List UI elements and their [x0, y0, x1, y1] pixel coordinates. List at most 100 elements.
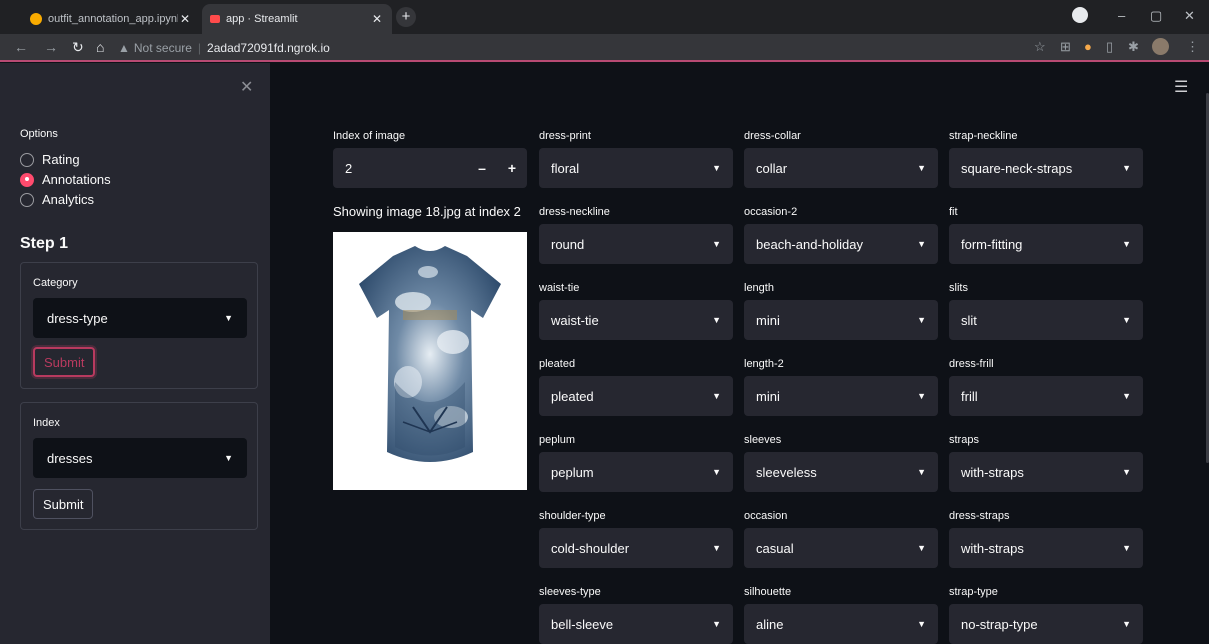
select-length-2[interactable]: mini ▼: [744, 376, 938, 416]
select-silhouette[interactable]: aline ▼: [744, 604, 938, 644]
security-status: Not secure: [133, 41, 192, 55]
select-value: collar: [756, 160, 788, 176]
select-value: mini: [756, 312, 780, 328]
chevron-down-icon: ▼: [1122, 391, 1131, 401]
index-of-image-value[interactable]: 2: [333, 161, 467, 176]
radio-rating[interactable]: Rating: [20, 152, 80, 167]
select-value: bell-sleeve: [551, 616, 614, 632]
avatar[interactable]: [1152, 38, 1169, 55]
chevron-down-icon: ▼: [917, 239, 926, 249]
reload-icon[interactable]: ↻: [72, 39, 84, 56]
back-icon[interactable]: ←: [14, 39, 28, 55]
select-value: cold-shoulder: [551, 540, 630, 556]
close-tab-icon[interactable]: ✕: [370, 12, 384, 26]
chevron-down-icon: ▼: [1122, 543, 1131, 553]
address-bar[interactable]: ▲ Not secure | 2adad72091fd.ngrok.io: [118, 37, 1018, 59]
field-label-shoulder-type: shoulder-type: [539, 510, 606, 522]
field-label-sleeves-type: sleeves-type: [539, 586, 601, 598]
field-label-peplum: peplum: [539, 434, 576, 446]
streamlit-icon: [210, 15, 220, 23]
select-value: pleated: [551, 388, 594, 404]
select-slits[interactable]: slit ▼: [949, 300, 1143, 340]
new-tab-button[interactable]: +: [396, 7, 416, 27]
select-value: with-straps: [961, 540, 1024, 556]
category-label: Category: [33, 277, 78, 289]
select-sleeves[interactable]: sleeveless ▼: [744, 452, 938, 492]
field-label-occasion: occasion: [744, 510, 788, 522]
field-label-dress-print: dress-print: [539, 130, 591, 142]
field-label-pleated: pleated: [539, 358, 576, 370]
index-select-value: dresses: [47, 450, 93, 466]
select-dress-frill[interactable]: frill ▼: [949, 376, 1143, 416]
options-label: Options: [20, 128, 58, 140]
select-straps[interactable]: with-straps ▼: [949, 452, 1143, 492]
select-value: with-straps: [961, 464, 1024, 480]
select-value: slit: [961, 312, 977, 328]
extension-icon[interactable]: ●: [1084, 39, 1092, 54]
select-fit[interactable]: form-fitting ▼: [949, 224, 1143, 264]
extension-icon[interactable]: ⊞: [1060, 39, 1071, 55]
chevron-down-icon: ▼: [712, 315, 721, 325]
select-dress-collar[interactable]: collar ▼: [744, 148, 938, 188]
puzzle-icon[interactable]: ✱: [1128, 39, 1139, 55]
select-waist-tie[interactable]: waist-tie ▼: [539, 300, 733, 340]
category-select[interactable]: dress-type ▼: [33, 298, 247, 338]
index-submit-button[interactable]: Submit: [33, 489, 94, 519]
warning-icon: ▲: [118, 41, 130, 55]
select-strap-neckline[interactable]: square-neck-straps ▼: [949, 148, 1143, 188]
tab-title: outfit_annotation_app.ipynb - Co: [48, 13, 178, 25]
select-occasion-2[interactable]: beach-and-holiday ▼: [744, 224, 938, 264]
field-label-straps: straps: [949, 434, 979, 446]
field-label-strap-neckline: strap-neckline: [949, 130, 1018, 142]
minimize-icon[interactable]: –: [1118, 8, 1125, 23]
browser-tab-streamlit[interactable]: app · Streamlit ✕: [202, 4, 392, 34]
radio-label: Analytics: [42, 192, 95, 207]
close-sidebar-icon[interactable]: ✕: [240, 77, 253, 97]
increment-button[interactable]: +: [497, 160, 527, 176]
bookmark-star-icon[interactable]: ☆: [1034, 39, 1046, 55]
hamburger-menu-icon[interactable]: ☰: [1174, 77, 1188, 97]
select-shoulder-type[interactable]: cold-shoulder ▼: [539, 528, 733, 568]
field-label-waist-tie: waist-tie: [539, 282, 580, 294]
step-title: Step 1: [20, 235, 69, 252]
bookmark-icon[interactable]: ▯: [1106, 39, 1113, 55]
forward-icon[interactable]: →: [44, 39, 58, 55]
select-dress-neckline[interactable]: round ▼: [539, 224, 733, 264]
select-value: no-strap-type: [961, 616, 1038, 632]
radio-analytics[interactable]: Analytics: [20, 192, 94, 207]
field-label-dress-straps: dress-straps: [949, 510, 1010, 522]
maximize-icon[interactable]: ▢: [1150, 8, 1162, 24]
browser-tab-colab[interactable]: outfit_annotation_app.ipynb - Co ✕: [22, 4, 200, 34]
field-label-dress-neckline: dress-neckline: [539, 206, 610, 218]
select-sleeves-type[interactable]: bell-sleeve ▼: [539, 604, 733, 644]
url-domain: 2adad72091fd.ngrok.io: [207, 41, 330, 55]
field-label-slits: slits: [949, 282, 968, 294]
select-length[interactable]: mini ▼: [744, 300, 938, 340]
select-pleated[interactable]: pleated ▼: [539, 376, 733, 416]
close-tab-icon[interactable]: ✕: [178, 12, 192, 26]
radio-circle-selected-icon: [20, 172, 34, 187]
select-value: mini: [756, 388, 780, 404]
close-window-icon[interactable]: ✕: [1184, 8, 1195, 24]
index-of-image-label: Index of image: [333, 130, 406, 142]
select-value: aline: [756, 616, 784, 632]
chevron-down-icon: ▼: [917, 391, 926, 401]
select-value: sleeveless: [756, 464, 817, 480]
profile-icon[interactable]: [1072, 7, 1088, 23]
index-select[interactable]: dresses ▼: [33, 438, 247, 478]
index-of-image-input[interactable]: 2 – +: [333, 148, 527, 188]
select-strap-type[interactable]: no-strap-type ▼: [949, 604, 1143, 644]
category-submit-button[interactable]: Submit: [33, 347, 96, 377]
field-label-strap-type: strap-type: [949, 586, 998, 598]
menu-dots-icon[interactable]: ⋮: [1186, 39, 1199, 55]
field-label-occasion-2: occasion-2: [744, 206, 798, 218]
field-label-length: length: [744, 282, 774, 294]
radio-annotations[interactable]: Annotations: [20, 172, 111, 187]
select-dress-print[interactable]: floral ▼: [539, 148, 733, 188]
decrement-button[interactable]: –: [467, 160, 497, 176]
home-icon[interactable]: ⌂: [96, 39, 104, 55]
select-occasion[interactable]: casual ▼: [744, 528, 938, 568]
select-peplum[interactable]: peplum ▼: [539, 452, 733, 492]
select-dress-straps[interactable]: with-straps ▼: [949, 528, 1143, 568]
chevron-down-icon: ▼: [917, 163, 926, 173]
